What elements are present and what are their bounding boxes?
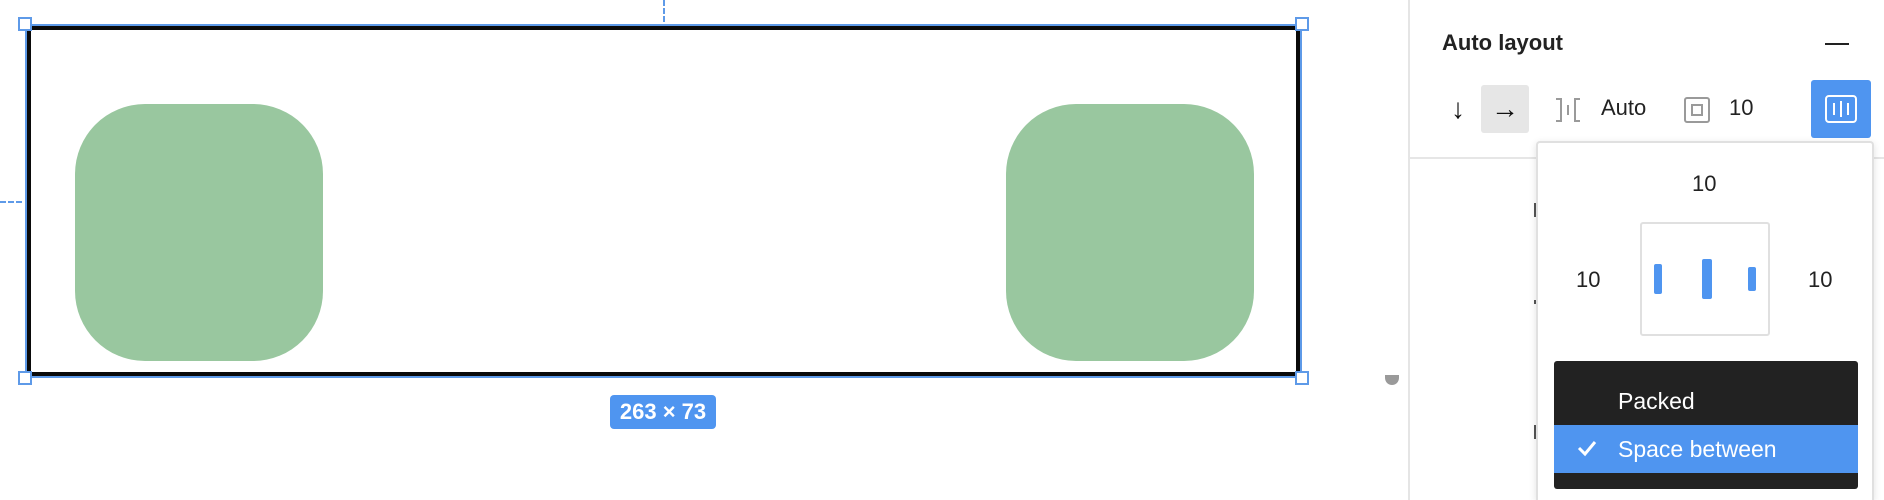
align-bar-right	[1748, 267, 1756, 291]
resize-handle-top-right[interactable]	[1295, 17, 1309, 31]
direction-horizontal-button[interactable]: →	[1481, 85, 1529, 133]
alignment-grid[interactable]	[1640, 222, 1770, 336]
section-title-auto-layout: Auto layout	[1442, 30, 1563, 55]
size-badge: 263 × 73	[610, 395, 716, 429]
padding-right-value[interactable]: 10	[1808, 267, 1832, 293]
vertical-guide	[663, 0, 665, 22]
padding-top-value[interactable]: 10	[1692, 171, 1716, 197]
auto-layout-frame[interactable]	[27, 26, 1300, 376]
alignment-settings-button[interactable]	[1811, 80, 1871, 138]
scroll-indicator	[1385, 375, 1399, 385]
option-label: Space between	[1618, 435, 1777, 462]
resize-handle-bottom-right[interactable]	[1295, 371, 1309, 385]
spacing-mode-dropdown[interactable]: Packed Space between	[1554, 361, 1858, 489]
dropdown-option-packed[interactable]: Packed	[1554, 377, 1858, 425]
resize-handle-top-left[interactable]	[18, 17, 32, 31]
align-bar-center	[1702, 259, 1712, 299]
resize-handle-bottom-left[interactable]	[18, 371, 32, 385]
option-label: Packed	[1618, 387, 1695, 414]
design-canvas[interactable]: 263 × 73	[0, 0, 1408, 500]
spacing-value[interactable]: Auto	[1601, 95, 1646, 121]
arrow-down-icon: ↓	[1451, 93, 1465, 124]
spacing-between-icon	[1556, 98, 1580, 122]
child-rounded-rect-left[interactable]	[75, 104, 323, 361]
padding-left-value[interactable]: 10	[1576, 267, 1600, 293]
padding-value[interactable]: 10	[1729, 95, 1753, 121]
dropdown-option-space-between[interactable]: Space between	[1554, 425, 1858, 473]
horizontal-guide	[0, 201, 22, 203]
padding-icon	[1684, 97, 1710, 123]
align-bar-left	[1654, 264, 1662, 294]
minus-icon	[1825, 43, 1849, 45]
remove-auto-layout-button[interactable]	[1824, 34, 1850, 54]
arrow-right-icon: →	[1491, 93, 1519, 124]
distribute-alignment-icon	[1825, 95, 1857, 123]
checkmark-icon	[1577, 441, 1597, 457]
direction-vertical-button[interactable]: ↓	[1434, 85, 1482, 133]
child-rounded-rect-right[interactable]	[1006, 104, 1254, 361]
